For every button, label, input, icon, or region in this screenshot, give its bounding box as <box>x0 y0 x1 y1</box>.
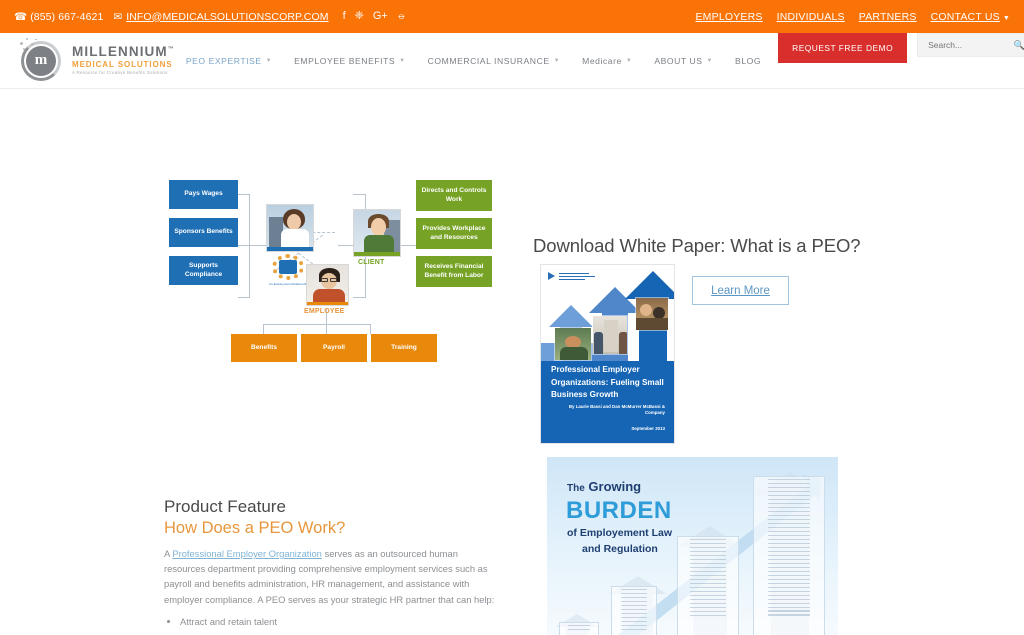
product-feature-bullet-list: Attract and retain talent Contain rising… <box>164 612 496 635</box>
regulation-column-1900 <box>559 622 599 635</box>
logo-mark-icon: m <box>18 37 64 84</box>
regulation-column-1940 <box>611 586 657 635</box>
whitepaper-photo-3 <box>635 297 669 331</box>
brand-tagline: A Resource for Creative Benefits Solutio… <box>72 69 168 75</box>
nav-item-employee-benefits[interactable]: EMPLOYEE BENEFITS ▼ <box>283 33 417 89</box>
facebook-icon[interactable]: f <box>343 11 346 22</box>
whitepaper-heading: Download White Paper: What is a PEO? <box>533 235 861 256</box>
search-box[interactable]: 🔍 <box>917 33 1024 57</box>
utility-top-bar: ☎ (855) 667-4621 ✉ INFO@MEDICALSOLUTIONS… <box>0 0 1024 33</box>
site-header: m MILLENNIUM™ MEDICAL SOLUTIONS A Resour… <box>0 33 1024 89</box>
regulation-column-1980 <box>677 536 739 635</box>
diagram-box-supports-compliance: Supports Compliance <box>169 256 238 285</box>
product-feature-paragraph: A Professional Employer Organization ser… <box>164 548 495 605</box>
peo-definition-link[interactable]: Professional Employer Organization <box>172 548 322 559</box>
search-input[interactable] <box>926 39 1011 51</box>
diagram-photo-client <box>353 209 401 257</box>
diagram-box-sponsors-benefits: Sponsors Benefits <box>169 218 238 247</box>
nav-item-blog[interactable]: BLOG <box>724 33 772 89</box>
diagram-box-benefits: Benefits <box>231 334 297 362</box>
topbar-link-contact-us[interactable]: CONTACT US ▼ <box>931 11 1010 23</box>
nav-item-about-us[interactable]: ABOUT US ▼ <box>643 33 724 89</box>
burden-infographic[interactable]: The Growing BURDEN of Employement Law an… <box>547 457 838 635</box>
chevron-down-icon: ▼ <box>625 57 633 64</box>
infographic-title-line1: The Growing <box>567 479 642 494</box>
chevron-down-icon: ▼ <box>553 57 561 64</box>
diagram-caption-employee: EMPLOYEE <box>304 308 345 315</box>
whitepaper-cover-title: Professional Employer Organizations: Fue… <box>551 365 664 400</box>
diagram-box-pays-wages: Pays Wages <box>169 180 238 209</box>
diagram-photo-peo <box>266 204 314 252</box>
phone-number: (855) 667-4621 <box>30 10 104 23</box>
search-icon[interactable]: 🔍 <box>1014 40 1024 51</box>
learn-more-button[interactable]: Learn More <box>692 276 789 305</box>
diagram-photo-employee <box>306 264 349 306</box>
diagram-caption-client: CLIENT <box>358 259 385 266</box>
page-content: Pays Wages Sponsors Benefits Supports Co… <box>0 89 1024 635</box>
email-link[interactable]: ✉ INFO@MEDICALSOLUTIONSCORP.COM <box>113 11 328 23</box>
trademark-icon: ™ <box>167 46 175 53</box>
infographic-title-burden: BURDEN <box>566 497 672 524</box>
chevron-down-icon: ▼ <box>265 57 273 64</box>
nav-item-medicare[interactable]: Medicare ▼ <box>571 33 643 89</box>
topbar-nav-links: EMPLOYERS INDIVIDUALS PARTNERS CONTACT U… <box>695 11 1010 23</box>
brand-name: MILLENNIUM <box>72 44 168 60</box>
regulation-column-present-day <box>753 476 825 635</box>
chevron-down-icon: ▼ <box>706 57 714 64</box>
product-feature-eyebrow: Product Feature <box>164 497 286 516</box>
list-item: Attract and retain talent <box>180 612 496 632</box>
topbar-link-employers[interactable]: EMPLOYERS <box>695 11 762 23</box>
whitepaper-photo-2 <box>592 315 628 355</box>
google-plus-icon[interactable]: G+ <box>373 11 388 22</box>
product-feature-title: How Does a PEO Work? <box>164 519 346 537</box>
chevron-down-icon: ▼ <box>399 57 406 64</box>
whitepaper-cover-date: September 2013 <box>631 426 665 431</box>
nav-item-peo-expertise[interactable]: PEO EXPERTISE ▼ <box>175 33 283 89</box>
diagram-peo-seal-icon: PEO Business Model Co-Employment Relatio… <box>269 248 308 286</box>
whitepaper-cover-image[interactable]: Professional Employer Organizations: Fue… <box>540 264 675 444</box>
nav-item-commercial-insurance[interactable]: COMMERCIAL INSURANCE ▼ <box>417 33 571 89</box>
whitepaper-cover-authors: By Laurie Bassi and Dan McMurrer McBassi… <box>568 403 665 416</box>
envelope-icon: ✉ <box>113 10 123 23</box>
brand-subtitle: MEDICAL SOLUTIONS <box>72 59 173 69</box>
infographic-subtitle-line2: and Regulation <box>582 543 658 555</box>
diagram-box-directs-controls-work: Directs and Controls Work <box>416 180 492 211</box>
logo-text: MILLENNIUM™ MEDICAL SOLUTIONS A Resource… <box>72 45 175 75</box>
diagram-box-training: Training <box>371 334 437 362</box>
twitter-icon[interactable]: ❈ <box>355 11 364 22</box>
topbar-contact-group: ☎ (855) 667-4621 ✉ INFO@MEDICALSOLUTIONS… <box>14 11 406 23</box>
topbar-link-partners[interactable]: PARTNERS <box>859 11 917 23</box>
logo-monogram: m <box>26 45 56 76</box>
primary-navigation: PEO EXPERTISE ▼ EMPLOYEE BENEFITS ▼ COMM… <box>175 33 1024 88</box>
request-free-demo-button[interactable]: REQUEST FREE DEMO <box>778 33 908 63</box>
diagram-box-provides-workplace: Provides Workplace and Resources <box>416 218 492 249</box>
product-feature-section: Product Feature How Does a PEO Work? A P… <box>164 497 496 635</box>
social-links: f ❈ G+ ⦵ <box>343 11 407 22</box>
infographic-subtitle-line1: of Employement Law <box>567 527 673 539</box>
email-address[interactable]: INFO@MEDICALSOLUTIONSCORP.COM <box>126 11 328 23</box>
rss-icon[interactable]: ⦵ <box>397 11 406 22</box>
list-item: Contain rising HR costs <box>180 632 496 635</box>
whitepaper-photo-1 <box>554 327 592 361</box>
diagram-box-receives-financial-benefit: Receives Financial Benefit from Labor <box>416 256 492 287</box>
logo[interactable]: m MILLENNIUM™ MEDICAL SOLUTIONS A Resour… <box>0 37 175 84</box>
topbar-link-individuals[interactable]: INDIVIDUALS <box>777 11 845 23</box>
diagram-box-payroll: Payroll <box>301 334 367 362</box>
whitepaper-publisher-logo-icon <box>548 271 600 283</box>
peo-relationship-diagram: Pays Wages Sponsors Benefits Supports Co… <box>163 177 503 374</box>
chevron-down-icon: ▼ <box>1002 14 1010 22</box>
phone-icon: ☎ <box>14 10 28 23</box>
phone-link[interactable]: ☎ (855) 667-4621 <box>14 11 103 23</box>
